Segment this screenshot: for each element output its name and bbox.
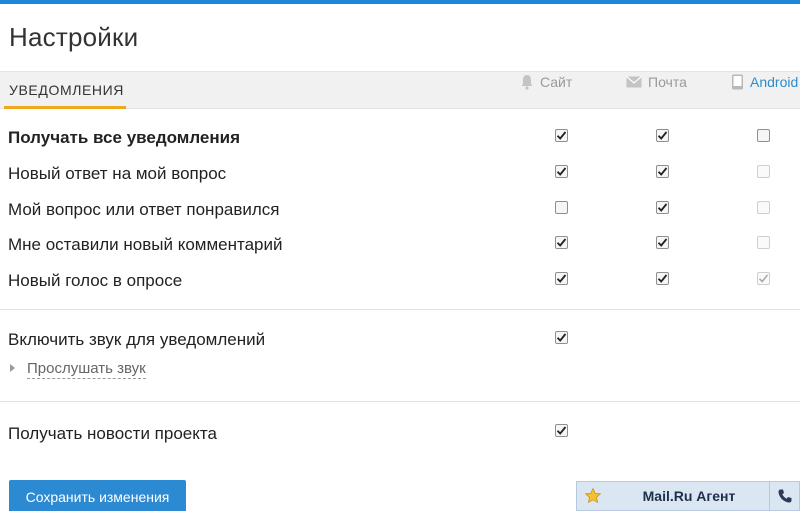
- page-title: Настройки: [9, 22, 139, 52]
- android-checkbox: [757, 236, 770, 249]
- column-header-mail: Почта: [626, 74, 687, 90]
- sound-checkbox[interactable]: [555, 331, 568, 344]
- expand-arrow-icon[interactable]: [10, 364, 15, 372]
- phone-icon[interactable]: [769, 482, 799, 510]
- column-label-android: Android: [750, 74, 799, 90]
- site-checkbox[interactable]: [555, 272, 568, 285]
- android-checkbox: [757, 272, 770, 285]
- envelope-icon: [626, 76, 642, 88]
- listen-sound-link[interactable]: Прослушать звук: [27, 360, 146, 379]
- divider: [0, 309, 800, 310]
- site-checkbox[interactable]: [555, 236, 568, 249]
- mailru-agent-bar[interactable]: Mail.Ru Агент: [576, 481, 800, 511]
- android-checkbox: [757, 201, 770, 214]
- news-label: Получать новости проекта: [8, 424, 217, 443]
- mail-checkbox[interactable]: [656, 165, 669, 178]
- agent-title: Mail.Ru Агент: [642, 488, 736, 504]
- top-accent-bar: [0, 0, 800, 4]
- column-header-android[interactable]: Android: [731, 74, 798, 90]
- bell-icon: [520, 74, 534, 90]
- android-device-icon: [731, 74, 744, 90]
- tab-notifications[interactable]: УВЕДОМЛЕНИЯ: [9, 72, 126, 109]
- save-changes-button[interactable]: Сохранить изменения: [9, 480, 186, 511]
- notification-label: Мой вопрос или ответ понравился: [8, 200, 280, 219]
- news-checkbox[interactable]: [555, 424, 568, 437]
- mail-checkbox[interactable]: [656, 236, 669, 249]
- column-header-site: Сайт: [520, 74, 572, 90]
- mail-checkbox[interactable]: [656, 201, 669, 214]
- column-label-site: Сайт: [540, 74, 573, 90]
- site-checkbox[interactable]: [555, 165, 568, 178]
- notification-label: Мне оставили новый комментарий: [8, 235, 283, 254]
- notification-label: Новый голос в опросе: [8, 271, 183, 290]
- notification-label: Получать все уведомления: [8, 128, 241, 147]
- android-checkbox: [757, 165, 770, 178]
- column-label-mail: Почта: [648, 74, 687, 90]
- site-checkbox[interactable]: [555, 129, 568, 142]
- notification-label: Новый ответ на мой вопрос: [8, 164, 227, 183]
- star-icon[interactable]: [577, 482, 609, 510]
- site-checkbox[interactable]: [555, 201, 568, 214]
- android-checkbox[interactable]: [757, 129, 770, 142]
- mail-checkbox[interactable]: [656, 129, 669, 142]
- sound-label: Включить звук для уведомлений: [8, 330, 266, 349]
- active-tab-underline: [4, 106, 126, 109]
- mail-checkbox[interactable]: [656, 272, 669, 285]
- divider: [0, 401, 800, 402]
